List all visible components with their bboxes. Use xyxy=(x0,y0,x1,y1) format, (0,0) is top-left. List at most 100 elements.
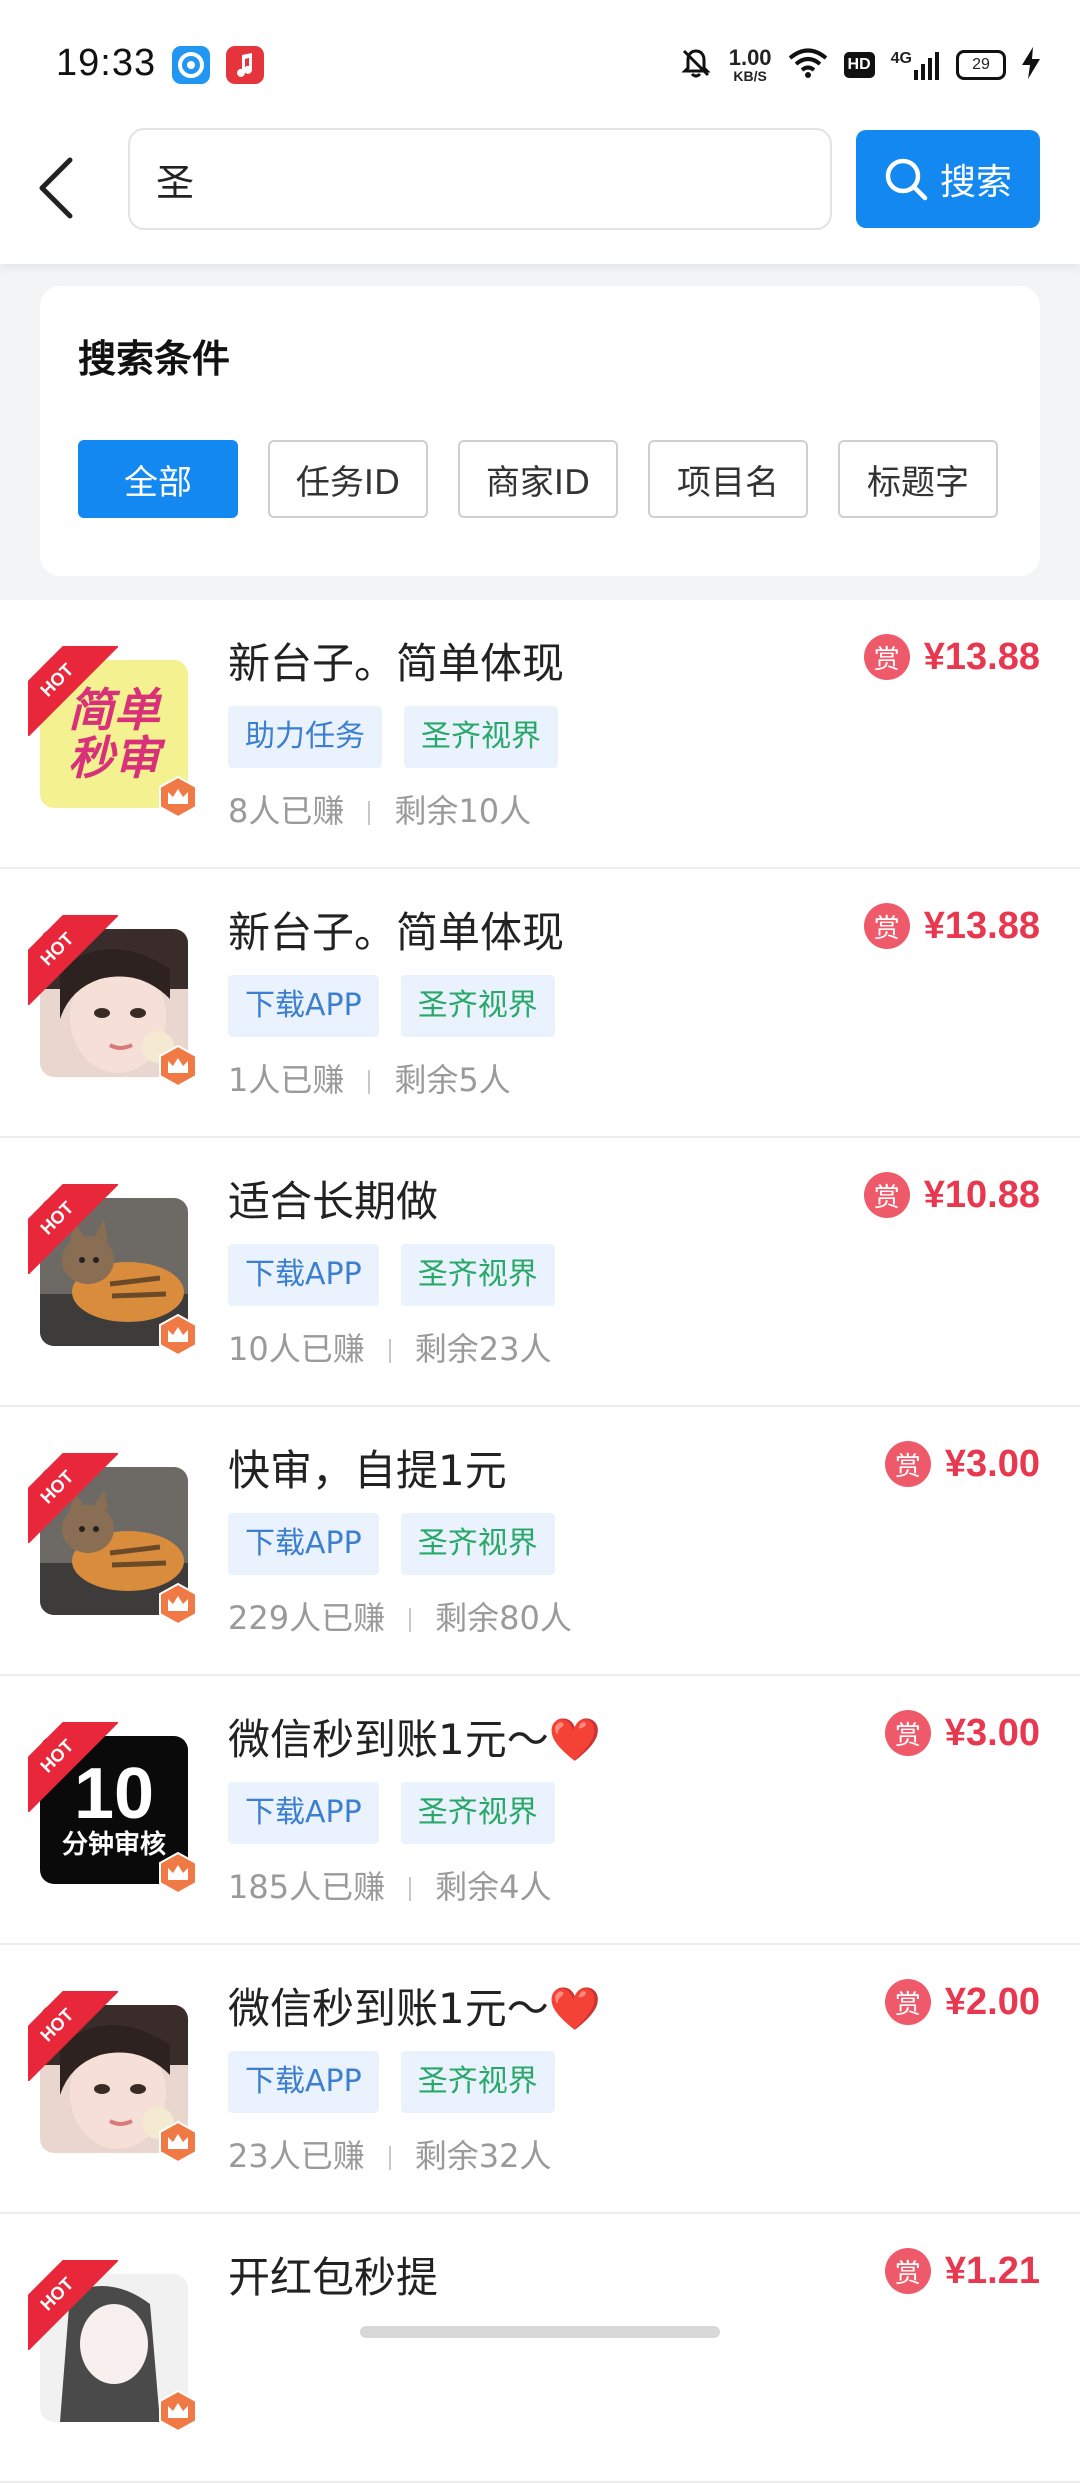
task-list-item[interactable]: 简单 秒审 HOT 新台子。简单体现 助力任务 圣齐视界 8人已赚 剩余10人 赏… xyxy=(0,600,1080,869)
stats-divider xyxy=(368,1070,371,1094)
reward-badge-icon: 赏 xyxy=(884,2248,931,2294)
crown-badge-icon xyxy=(159,776,197,818)
search-input[interactable] xyxy=(154,130,798,228)
filter-chip-title-keyword[interactable]: 标题字 xyxy=(838,440,998,518)
search-button-label: 搜索 xyxy=(939,162,1012,203)
search-field[interactable] xyxy=(128,128,832,230)
hot-ribbon: HOT xyxy=(28,1991,118,2081)
reward-amount: ¥3.00 xyxy=(944,1711,1040,1754)
reward-badge-icon: 赏 xyxy=(884,1979,931,2025)
task-source-tag: 圣齐视界 xyxy=(400,2051,555,2113)
task-list-item[interactable]: 10 分钟审核 HOT 微信秒到账1元～❤️ 下载APP 圣齐视界 185人已赚… xyxy=(0,1676,1080,1945)
task-type-tag: 下载APP xyxy=(228,1513,379,1575)
reward-badge-icon: 赏 xyxy=(884,1710,931,1756)
battery-indicator: 29 xyxy=(956,50,1006,80)
remaining-count: 剩余23人 xyxy=(414,1330,552,1368)
task-title: 微信秒到账1元～❤️ xyxy=(228,1984,602,2033)
hot-label: HOT xyxy=(28,2260,118,2350)
earned-count: 8人已赚 xyxy=(228,792,345,830)
hot-ribbon: HOT xyxy=(28,915,118,1005)
task-title: 快审，自提1元 xyxy=(228,1446,507,1495)
task-stats: 229人已赚 剩余80人 xyxy=(228,1593,572,1639)
filter-chip-task-id[interactable]: 任务ID xyxy=(268,440,428,518)
thumb-text-line2: 秒审 xyxy=(68,731,160,785)
charging-icon xyxy=(1022,47,1040,83)
task-source-tag: 圣齐视界 xyxy=(400,975,555,1037)
earned-count: 23人已赚 xyxy=(228,2137,365,2175)
search-header: 搜索 xyxy=(0,112,1080,264)
hot-ribbon: HOT xyxy=(28,1453,118,1543)
task-list-item[interactable]: HOT 新台子。简单体现 下载APP 圣齐视界 1人已赚 剩余5人 赏 ¥13.8… xyxy=(0,869,1080,1138)
earned-count: 10人已赚 xyxy=(228,1330,365,1368)
task-tags: 下载APP 圣齐视界 xyxy=(228,2051,555,2113)
stats-divider xyxy=(388,2146,391,2170)
stats-divider xyxy=(368,801,371,825)
task-title: 新台子。简单体现 xyxy=(228,639,565,688)
search-icon xyxy=(885,158,928,201)
task-tags: 下载APP 圣齐视界 xyxy=(228,1244,555,1306)
remaining-count: 剩余4人 xyxy=(435,1868,552,1906)
task-stats: 23人已赚 剩余32人 xyxy=(228,2131,551,2177)
task-reward: 赏 ¥2.00 xyxy=(884,1979,1040,2025)
task-type-tag: 下载APP xyxy=(228,1782,379,1844)
task-type-tag: 下载APP xyxy=(228,2051,379,2113)
crown-badge-icon xyxy=(159,1583,197,1625)
hot-label: HOT xyxy=(28,915,118,1005)
hot-label: HOT xyxy=(28,646,118,736)
task-list-item[interactable]: HOT 微信秒到账1元～❤️ 下载APP 圣齐视界 23人已赚 剩余32人 赏 ¥… xyxy=(0,1945,1080,2214)
crown-badge-icon xyxy=(159,1314,197,1356)
earned-count: 1人已赚 xyxy=(228,1061,345,1099)
task-source-tag: 圣齐视界 xyxy=(400,1782,555,1844)
task-type-tag: 下载APP xyxy=(228,1244,379,1306)
thumb-text-line2: 分钟审核 xyxy=(61,1830,166,1861)
task-title: 微信秒到账1元～❤️ xyxy=(228,1715,602,1764)
reward-badge-icon: 赏 xyxy=(863,1172,910,1218)
filter-chip-merchant-id[interactable]: 商家ID xyxy=(458,440,618,518)
task-tags: 下载APP 圣齐视界 xyxy=(228,1782,555,1844)
hot-label: HOT xyxy=(28,1991,118,2081)
search-button[interactable]: 搜索 xyxy=(856,130,1040,228)
app-notification-icon xyxy=(172,46,210,84)
reward-amount: ¥13.88 xyxy=(923,635,1040,678)
hot-ribbon: HOT xyxy=(28,646,118,736)
crown-badge-icon xyxy=(159,2121,197,2163)
back-button[interactable] xyxy=(30,148,90,228)
reward-badge-icon: 赏 xyxy=(863,634,910,680)
task-list: 简单 秒审 HOT 新台子。简单体现 助力任务 圣齐视界 8人已赚 剩余10人 赏… xyxy=(0,600,1080,2483)
stats-divider xyxy=(409,1608,412,1632)
hot-ribbon: HOT xyxy=(28,1184,118,1274)
task-list-item[interactable]: HOT 适合长期做 下载APP 圣齐视界 10人已赚 剩余23人 赏 ¥10.88 xyxy=(0,1138,1080,1407)
task-list-item[interactable]: HOT 快审，自提1元 下载APP 圣齐视界 229人已赚 剩余80人 赏 ¥3.… xyxy=(0,1407,1080,1676)
task-reward: 赏 ¥3.00 xyxy=(884,1710,1040,1756)
task-source-tag: 圣齐视界 xyxy=(400,1513,555,1575)
task-list-item[interactable]: HOT 开红包秒提 赏 ¥1.21 xyxy=(0,2214,1080,2483)
wifi-icon xyxy=(788,47,828,83)
reward-badge-icon: 赏 xyxy=(863,903,910,949)
task-tags: 助力任务 圣齐视界 xyxy=(228,706,558,768)
search-conditions-card: 搜索条件 全部 任务ID 商家ID 项目名 标题字 xyxy=(40,286,1040,576)
reward-amount: ¥10.88 xyxy=(923,1173,1040,1216)
crown-badge-icon xyxy=(159,1852,197,1894)
task-stats: 8人已赚 剩余10人 xyxy=(228,786,531,832)
filter-chip-all[interactable]: 全部 xyxy=(78,440,238,518)
hd-badge: HD xyxy=(843,52,875,78)
task-title: 开红包秒提 xyxy=(228,2253,439,2302)
task-stats: 10人已赚 剩余23人 xyxy=(228,1324,551,1370)
task-tags: 下载APP 圣齐视界 xyxy=(228,975,555,1037)
network-speed: 1.00 KB/S xyxy=(728,45,772,84)
task-type-tag: 助力任务 xyxy=(228,706,382,768)
stats-divider xyxy=(388,1339,391,1363)
task-type-tag: 下载APP xyxy=(228,975,379,1037)
task-title: 适合长期做 xyxy=(228,1177,439,1226)
hot-ribbon: HOT xyxy=(28,1722,118,1812)
filter-chip-project-name[interactable]: 项目名 xyxy=(648,440,808,518)
remaining-count: 剩余10人 xyxy=(394,792,532,830)
task-tags: 下载APP 圣齐视界 xyxy=(228,1513,555,1575)
remaining-count: 剩余5人 xyxy=(394,1061,511,1099)
filter-chips: 全部 任务ID 商家ID 项目名 标题字 xyxy=(78,440,998,518)
task-reward: 赏 ¥1.21 xyxy=(884,2248,1040,2294)
reward-amount: ¥13.88 xyxy=(923,904,1040,947)
home-indicator[interactable] xyxy=(360,2326,720,2338)
stats-divider xyxy=(409,1877,412,1901)
reward-amount: ¥3.00 xyxy=(944,1442,1040,1485)
